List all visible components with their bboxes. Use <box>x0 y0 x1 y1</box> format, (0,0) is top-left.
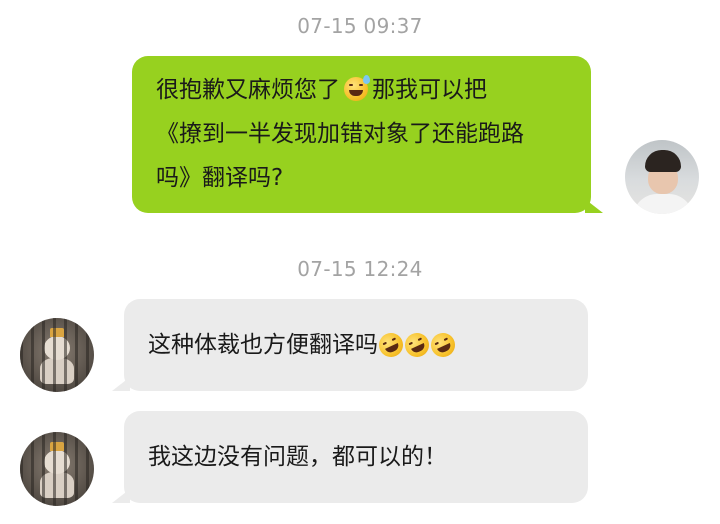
rofl-emoji-icon <box>401 329 433 361</box>
message-text: 很抱歉又麻烦您了 <box>156 77 340 103</box>
message-line: 很抱歉又麻烦您了 那我可以把 <box>156 68 569 112</box>
message-line: 《撩到一半发现加错对象了还能跑路 <box>156 121 524 147</box>
bubble-tail <box>585 199 603 213</box>
rofl-emoji-icon <box>427 329 459 361</box>
message-text: 这种体裁也方便翻译吗 <box>148 332 378 358</box>
incoming-message-bubble[interactable]: 我这边没有问题，都可以的！ <box>112 411 588 503</box>
bubble-tail <box>112 377 130 391</box>
incoming-message-bubble[interactable]: 这种体裁也方便翻译吗 <box>112 299 588 391</box>
message-text: 那我可以把 <box>372 77 487 103</box>
message-text: 我这边没有问题，都可以的！ <box>148 444 447 470</box>
outgoing-message-bubble[interactable]: 很抱歉又麻烦您了 那我可以把 《撩到一半发现加错对象了还能跑路 吗》翻译吗? <box>132 56 603 213</box>
contact-avatar[interactable] <box>20 432 94 506</box>
rofl-emoji-icon <box>375 329 407 361</box>
grinning-sweat-emoji-icon <box>344 75 370 101</box>
message-line: 吗》翻译吗? <box>156 165 284 191</box>
bubble-tail <box>112 489 130 503</box>
self-avatar[interactable] <box>625 140 699 214</box>
timestamp: 07-15 12:24 <box>297 257 423 281</box>
contact-avatar[interactable] <box>20 318 94 392</box>
timestamp: 07-15 09:37 <box>297 14 423 38</box>
